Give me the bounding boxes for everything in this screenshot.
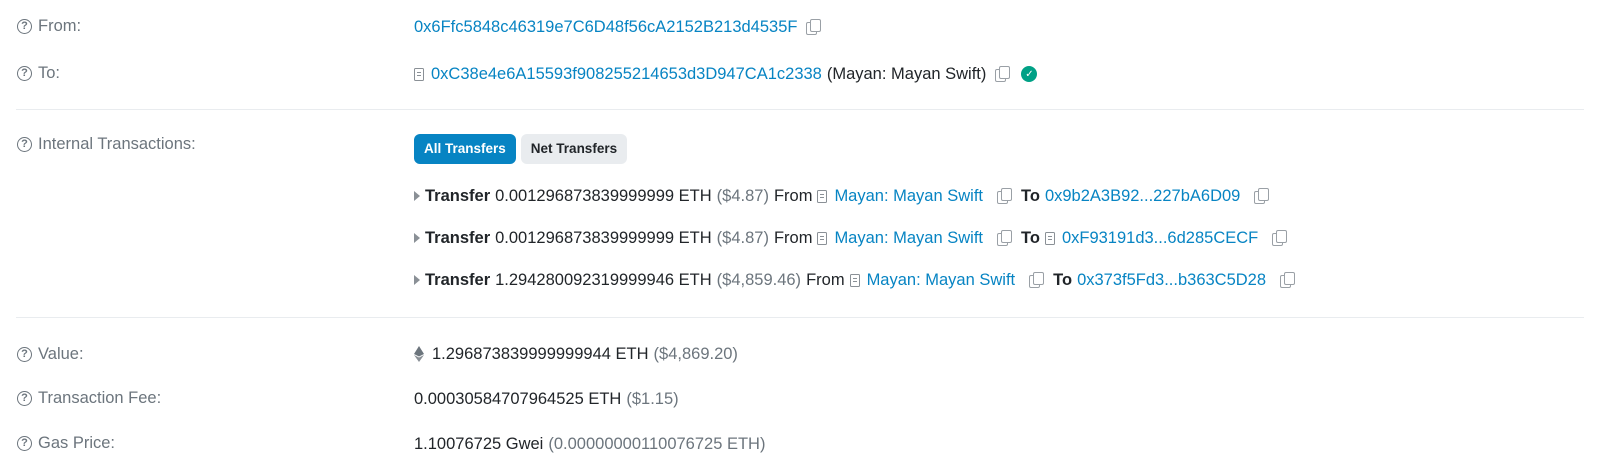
transfer-amount: 0.001296873839999999 ETH [495,186,712,205]
to-address-link[interactable]: 0xC38e4e6A15593f908255214653d3D947CA1c23… [431,65,822,84]
contract-icon [1044,231,1055,245]
gas-amount: 1.10076725 Gwei [414,434,544,453]
gas-eth: (0.00000000110076725 ETH) [548,434,766,453]
to-label: To: [38,63,61,82]
from-name-link[interactable]: Mayan: Mayan Swift [834,187,983,206]
transfer-amount: 1.294280092319999946 ETH [495,270,712,289]
internal-label-group: ? Internal Transactions: [17,133,196,155]
divider [16,317,1584,318]
all-transfers-button[interactable]: All Transfers [414,133,516,164]
divider [16,109,1584,110]
from-name-link[interactable]: Mayan: Mayan Swift [867,271,1016,290]
value-amount: 1.296873839999999944 ETH [432,344,649,363]
gas-label-group: ? Gas Price: [17,432,115,454]
help-icon[interactable]: ? [17,390,32,406]
help-icon[interactable]: ? [17,435,32,451]
fee-amount: 0.00030584707964525 ETH [414,389,622,408]
transfer-row[interactable]: Transfer 0.001296873839999999 ETH ($4.87… [414,185,1270,207]
from-name-link[interactable]: Mayan: Mayan Swift [834,229,983,248]
fee-label-group: ? Transaction Fee: [17,387,161,409]
internal-label: Internal Transactions: [38,134,196,153]
expand-caret-icon[interactable] [414,233,420,243]
transfer-usd: ($4,859.46) [716,270,802,289]
to-word: To [1021,186,1040,205]
contract-icon [817,231,828,245]
to-address-link[interactable]: 0xF93191d3...6d285CECF [1062,229,1258,248]
transfer-usd: ($4.87) [716,186,769,205]
net-transfers-button[interactable]: Net Transfers [520,133,628,164]
to-name-tag: (Mayan: Mayan Swift) [826,64,987,83]
to-address-link[interactable]: 0x373f5Fd3...b363C5D28 [1077,271,1266,290]
value-value: 1.296873839999999944 ETH ($4,869.20) [414,343,738,365]
transfer-usd: ($4.87) [716,228,769,247]
transfer-word: Transfer [425,186,491,205]
expand-caret-icon[interactable] [414,191,420,201]
transfer-row[interactable]: Transfer 1.294280092319999946 ETH ($4,85… [414,269,1296,291]
from-label: From: [38,16,82,35]
value-label-group: ? Value: [17,343,84,365]
from-word: From [773,186,813,205]
transfer-row[interactable]: Transfer 0.001296873839999999 ETH ($4.87… [414,227,1288,249]
contract-icon [849,273,860,287]
expand-caret-icon[interactable] [414,275,420,285]
copy-icon[interactable] [1272,230,1288,246]
value-usd: ($4,869.20) [653,344,738,363]
copy-icon[interactable] [1280,272,1296,288]
transfer-word: Transfer [425,228,491,247]
help-icon[interactable]: ? [17,346,32,362]
fee-usd: ($1.15) [626,389,679,408]
copy-icon[interactable] [995,66,1011,82]
copy-icon[interactable] [997,230,1012,246]
to-word: To [1021,228,1040,247]
from-label-group: ? From: [17,15,81,37]
to-label-group: ? To: [17,62,60,84]
to-word: To [1053,270,1073,289]
help-icon[interactable]: ? [17,65,32,81]
copy-icon[interactable] [806,19,822,35]
gas-label: Gas Price: [38,433,116,452]
to-address-link[interactable]: 0x9b2A3B92...227bA6D09 [1045,187,1240,206]
gas-value: 1.10076725 Gwei (0.00000000110076725 ETH… [414,433,765,455]
verified-check-icon: ✓ [1021,66,1038,82]
from-word: From [773,228,813,247]
copy-icon[interactable] [1254,188,1270,204]
from-value: 0x6Ffc5848c46319e7C6D48f56cA2152B213d453… [414,16,822,38]
internal-tabs: All Transfers Net Transfers [414,133,628,164]
from-address-link[interactable]: 0x6Ffc5848c46319e7C6D48f56cA2152B213d453… [414,18,797,37]
copy-icon[interactable] [1029,272,1045,288]
ethereum-icon [414,346,424,362]
fee-value: 0.00030584707964525 ETH ($1.15) [414,388,679,410]
contract-icon [817,189,828,203]
contract-icon [414,67,424,81]
from-word: From [806,270,845,289]
transfer-amount: 0.001296873839999999 ETH [495,228,712,247]
to-value: 0xC38e4e6A15593f908255214653d3D947CA1c23… [414,63,1038,85]
value-label: Value: [38,344,84,363]
copy-icon[interactable] [997,188,1012,204]
fee-label: Transaction Fee: [38,388,162,407]
transfer-word: Transfer [425,270,491,289]
help-icon[interactable]: ? [17,136,32,152]
help-icon[interactable]: ? [17,18,32,34]
